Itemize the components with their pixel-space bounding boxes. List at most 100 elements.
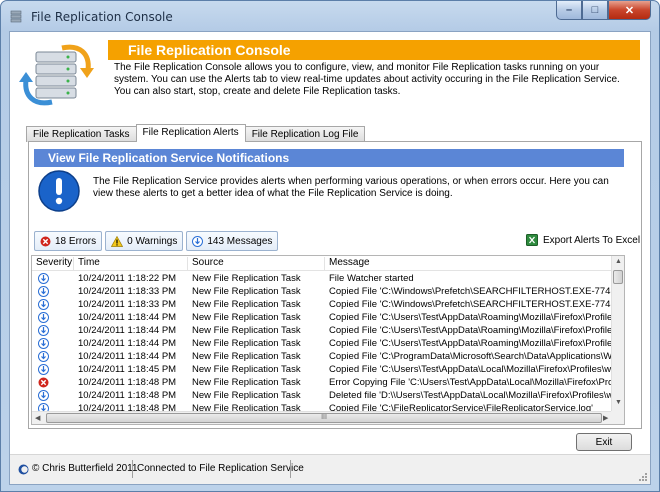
client-area: File Replication Console The File Replic… <box>9 31 651 485</box>
excel-icon <box>526 234 538 246</box>
cell-time: 10/24/2011 1:18:33 PM <box>78 299 177 310</box>
error-icon <box>38 377 49 388</box>
table-row[interactable]: 10/24/2011 1:18:44 PM New File Replicatio… <box>32 311 612 324</box>
intro-text: The File Replication Console allows you … <box>114 62 620 97</box>
cell-source: New File Replication Task <box>192 325 301 336</box>
info-icon <box>38 273 49 284</box>
table-row[interactable]: 10/24/2011 1:18:44 PM New File Replicatio… <box>32 324 612 337</box>
cell-source: New File Replication Task <box>192 273 301 284</box>
info-icon <box>38 364 49 375</box>
column-header-message[interactable]: Message <box>325 257 612 271</box>
table-row[interactable]: 10/24/2011 1:18:44 PM New File Replicatio… <box>32 337 612 350</box>
vertical-scroll-thumb[interactable] <box>613 270 623 284</box>
alerts-panel: View File Replication Service Notificati… <box>28 141 642 429</box>
minimize-icon: – <box>565 4 573 16</box>
table-row[interactable]: 10/24/2011 1:18:22 PM New File Replicatio… <box>32 272 612 285</box>
horizontal-scroll-thumb[interactable]: III <box>46 413 602 423</box>
cell-time: 10/24/2011 1:18:48 PM <box>78 377 177 388</box>
scroll-left-icon[interactable]: ◀ <box>35 414 40 422</box>
cell-source: New File Replication Task <box>192 299 301 310</box>
table-row[interactable]: 10/24/2011 1:18:44 PM New File Replicatio… <box>32 350 612 363</box>
cell-time: 10/24/2011 1:18:48 PM <box>78 390 177 401</box>
scrollbar-corner <box>611 411 624 424</box>
cell-message: Copied File 'C:\FileReplicatorService\Fi… <box>329 403 593 411</box>
exit-button[interactable]: Exit <box>576 433 632 451</box>
errors-count: 18 Errors <box>55 235 97 247</box>
cell-message: Copied File 'C:\Users\Test\AppData\Roami… <box>329 325 612 336</box>
maximize-icon: □ <box>591 4 599 16</box>
table-row[interactable]: 10/24/2011 1:18:48 PM New File Replicatio… <box>32 402 612 411</box>
horizontal-scrollbar[interactable]: ◀ III ▶ <box>32 411 612 424</box>
tab-replication-tasks[interactable]: File Replication Tasks <box>26 126 137 142</box>
replication-servers-icon <box>19 44 94 106</box>
app-window: File Replication Console – □ ✕ File Repl… <box>0 0 660 492</box>
info-icon <box>38 338 49 349</box>
cell-time: 10/24/2011 1:18:44 PM <box>78 338 177 349</box>
info-icon <box>192 235 204 247</box>
messages-count: 143 Messages <box>207 235 273 247</box>
tab-replication-alerts[interactable]: File Replication Alerts <box>135 124 246 142</box>
info-icon <box>38 312 49 323</box>
close-button[interactable]: ✕ <box>608 1 651 20</box>
cell-source: New File Replication Task <box>192 390 301 401</box>
cell-message: Deleted file 'D:\\Users\Test\AppData\Loc… <box>329 390 612 401</box>
column-header-time[interactable]: Time <box>74 257 188 271</box>
table-row[interactable]: 10/24/2011 1:18:48 PM New File Replicatio… <box>32 389 612 402</box>
table-row[interactable]: 10/24/2011 1:18:33 PM New File Replicatio… <box>32 298 612 311</box>
cell-message: Copied File 'C:\Users\Test\AppData\Roami… <box>329 312 612 323</box>
cell-time: 10/24/2011 1:18:45 PM <box>78 364 177 375</box>
scroll-right-icon[interactable]: ▶ <box>603 414 608 422</box>
status-bar: © Chris Butterfield 2011 Connected to Fi… <box>10 454 650 484</box>
tab-strip: File Replication Tasks File Replication … <box>26 124 366 142</box>
info-icon <box>38 351 49 362</box>
grid-body: 10/24/2011 1:18:22 PM New File Replicatio… <box>32 272 612 411</box>
minimize-button[interactable]: – <box>556 1 582 20</box>
vertical-scrollbar[interactable]: ▲ ▼ <box>611 256 624 411</box>
cell-source: New File Replication Task <box>192 351 301 362</box>
column-header-source[interactable]: Source <box>188 257 325 271</box>
cell-message: Copied File 'C:\Users\Test\AppData\Roami… <box>329 338 612 349</box>
cell-message: Copied File 'C:\Windows\Prefetch\SEARCHF… <box>329 299 612 310</box>
status-divider <box>132 460 133 478</box>
cell-message: Copied File 'C:\ProgramData\Microsoft\Se… <box>329 351 612 362</box>
connection-status-text: Connected to File Replication Service <box>137 463 304 474</box>
title-bar[interactable]: File Replication Console – □ ✕ <box>1 1 659 31</box>
cell-time: 10/24/2011 1:18:44 PM <box>78 351 177 362</box>
cell-source: New File Replication Task <box>192 403 301 411</box>
warning-icon <box>111 235 124 247</box>
cell-time: 10/24/2011 1:18:44 PM <box>78 312 177 323</box>
cell-time: 10/24/2011 1:18:44 PM <box>78 325 177 336</box>
warnings-filter-button[interactable]: 0 Warnings <box>105 231 184 251</box>
warnings-count: 0 Warnings <box>127 235 178 247</box>
connection-status-icon <box>18 464 29 475</box>
cell-source: New File Replication Task <box>192 338 301 349</box>
cell-time: 10/24/2011 1:18:33 PM <box>78 286 177 297</box>
errors-filter-button[interactable]: 18 Errors <box>34 231 103 251</box>
scroll-up-icon[interactable]: ▲ <box>615 258 622 265</box>
table-row[interactable]: 10/24/2011 1:18:45 PM New File Replicatio… <box>32 363 612 376</box>
export-alerts-button[interactable]: Export Alerts To Excel <box>526 234 640 246</box>
error-icon <box>40 236 51 246</box>
cell-message: Error Copying File 'C:\Users\Test\AppDat… <box>329 377 612 388</box>
cell-message: Copied File 'C:\Windows\Prefetch\SEARCHF… <box>329 286 612 297</box>
maximize-button[interactable]: □ <box>582 1 608 20</box>
cell-source: New File Replication Task <box>192 312 301 323</box>
scroll-down-icon[interactable]: ▼ <box>615 399 622 406</box>
status-divider <box>290 460 291 478</box>
section-description: The File Replication Service provides al… <box>93 176 609 199</box>
cell-message: Copied File 'C:\Users\Test\AppData\Local… <box>329 364 612 375</box>
table-row[interactable]: 10/24/2011 1:18:48 PM New File Replicatio… <box>32 376 612 389</box>
table-row[interactable]: 10/24/2011 1:18:33 PM New File Replicatio… <box>32 285 612 298</box>
tab-replication-log-file[interactable]: File Replication Log File <box>244 126 366 142</box>
messages-filter-button[interactable]: 143 Messages <box>186 231 279 251</box>
alerts-grid: Severity Time Source Message 10/24/2011 … <box>31 255 625 425</box>
cell-time: 10/24/2011 1:18:22 PM <box>78 273 177 284</box>
resize-grip-icon[interactable] <box>638 472 648 482</box>
cell-source: New File Replication Task <box>192 377 301 388</box>
copyright-text: © Chris Butterfield 2011 <box>32 463 138 474</box>
close-icon: ✕ <box>624 4 635 17</box>
section-header: View File Replication Service Notificati… <box>34 149 624 167</box>
cell-message: File Watcher started <box>329 273 414 284</box>
header-banner: File Replication Console <box>108 40 640 60</box>
column-header-severity[interactable]: Severity <box>32 257 74 271</box>
